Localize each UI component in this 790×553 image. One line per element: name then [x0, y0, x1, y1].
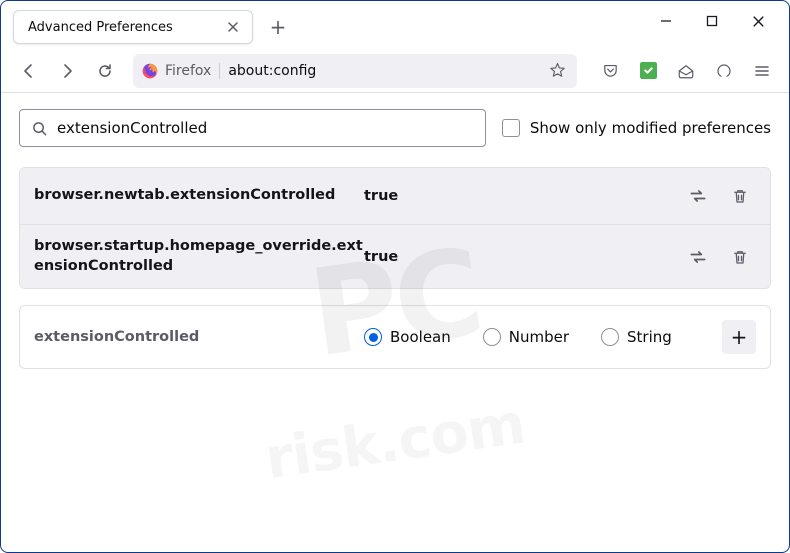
close-tab-icon[interactable]	[224, 18, 242, 36]
trash-icon	[731, 187, 749, 205]
back-button[interactable]	[13, 55, 45, 87]
inbox-icon[interactable]	[671, 56, 701, 86]
type-radio-group: Boolean Number String	[364, 328, 722, 346]
tab-title: Advanced Preferences	[28, 20, 224, 35]
menu-icon[interactable]	[747, 56, 777, 86]
pref-name: browser.newtab.extensionControlled	[34, 186, 364, 206]
radio-label: Number	[509, 328, 569, 346]
radio-label: String	[627, 328, 672, 346]
browser-tab[interactable]: Advanced Preferences	[13, 10, 253, 44]
title-bar: Advanced Preferences +	[1, 1, 789, 49]
show-modified-checkbox[interactable]	[502, 119, 520, 137]
reload-button[interactable]	[89, 55, 121, 87]
type-radio-number[interactable]: Number	[483, 328, 569, 346]
forward-button[interactable]	[51, 55, 83, 87]
add-pref-row: extensionControlled Boolean Number Strin…	[19, 305, 771, 369]
navigation-toolbar: Firefox	[1, 49, 789, 93]
bookmark-star-icon[interactable]	[545, 59, 569, 83]
about-config-content: Show only modified preferences browser.n…	[1, 93, 789, 385]
toolbar-icons	[589, 56, 777, 86]
minimize-icon[interactable]	[657, 12, 675, 30]
trash-icon	[731, 248, 749, 266]
pref-value: true	[364, 188, 682, 204]
show-modified-checkbox-row[interactable]: Show only modified preferences	[502, 119, 771, 137]
toggle-icon	[688, 186, 708, 206]
pref-name: browser.startup.homepage_override.extens…	[34, 237, 364, 276]
delete-button[interactable]	[724, 180, 756, 212]
radio-icon	[601, 328, 619, 346]
pref-row: browser.startup.homepage_override.extens…	[20, 224, 770, 288]
radio-icon	[483, 328, 501, 346]
pref-value: true	[364, 249, 682, 265]
close-window-icon[interactable]	[749, 12, 767, 30]
pref-results: browser.newtab.extensionControlled true …	[19, 167, 771, 289]
new-tab-button[interactable]: +	[263, 12, 293, 42]
extension-icon[interactable]	[633, 56, 663, 86]
search-icon	[32, 121, 47, 136]
toggle-button[interactable]	[682, 180, 714, 212]
toggle-icon	[688, 247, 708, 267]
add-pref-name: extensionControlled	[34, 329, 364, 345]
shield-icon[interactable]	[709, 56, 739, 86]
pref-row: browser.newtab.extensionControlled true	[20, 168, 770, 224]
maximize-icon[interactable]	[703, 12, 721, 30]
address-input[interactable]	[228, 63, 545, 79]
type-radio-string[interactable]: String	[601, 328, 672, 346]
pref-search-box[interactable]	[19, 109, 486, 147]
identity-label: Firefox	[165, 63, 220, 79]
plus-icon: +	[731, 325, 748, 349]
window-controls	[643, 1, 781, 41]
toggle-button[interactable]	[682, 241, 714, 273]
watermark-subtext: risk.com	[261, 391, 528, 492]
search-row: Show only modified preferences	[19, 109, 771, 147]
firefox-icon	[141, 62, 159, 80]
url-bar[interactable]: Firefox	[133, 54, 577, 88]
delete-button[interactable]	[724, 241, 756, 273]
radio-label: Boolean	[390, 328, 451, 346]
show-modified-label: Show only modified preferences	[530, 119, 771, 137]
pocket-icon[interactable]	[595, 56, 625, 86]
pref-search-input[interactable]	[57, 119, 473, 137]
add-pref-button[interactable]: +	[722, 320, 756, 354]
type-radio-boolean[interactable]: Boolean	[364, 328, 451, 346]
radio-icon	[364, 328, 382, 346]
